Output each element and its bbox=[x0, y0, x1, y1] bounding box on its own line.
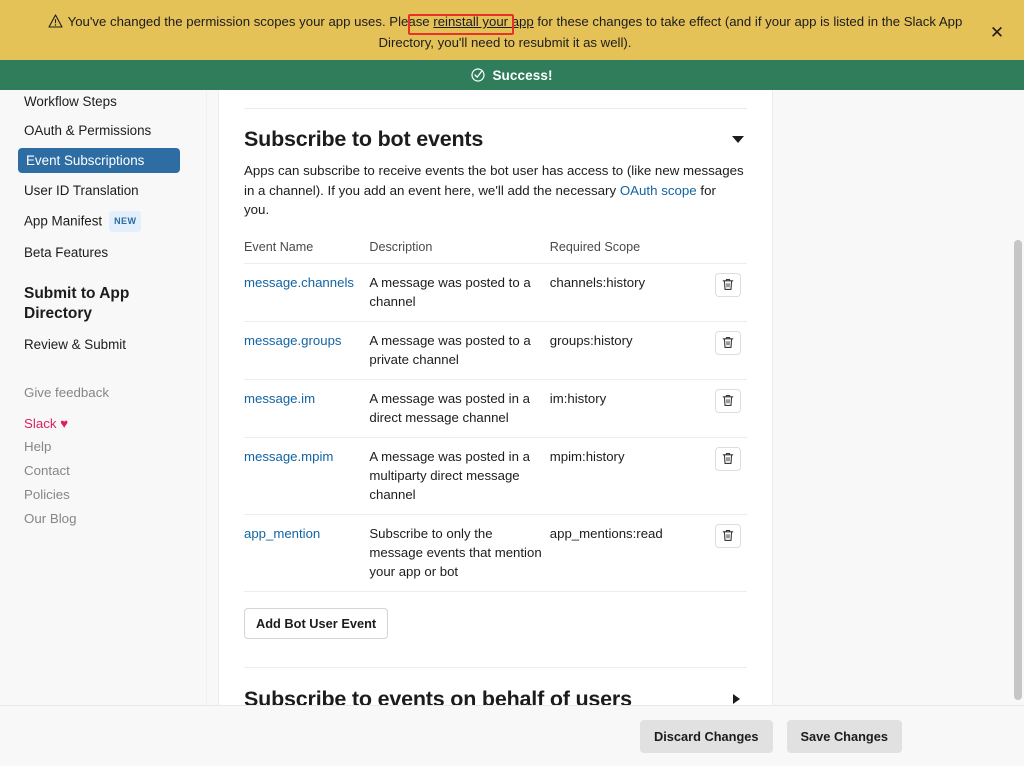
sidebar-link-our-blog[interactable]: Our Blog bbox=[24, 510, 192, 527]
banner-text-before: You've changed the permission scopes you… bbox=[67, 14, 434, 29]
event-scope-cell: mpim:history bbox=[549, 437, 696, 515]
sidebar-item-beta-features[interactable]: Beta Features bbox=[24, 241, 192, 264]
event-scope-cell: app_mentions:read bbox=[549, 514, 696, 592]
table-header: Event Name Description Required Scope bbox=[244, 239, 747, 264]
table-body: message.channels A message was posted to… bbox=[244, 263, 747, 592]
sidebar-item-give-feedback[interactable]: Give feedback bbox=[24, 384, 192, 401]
column-header-event-name: Event Name bbox=[244, 239, 370, 264]
event-delete-cell bbox=[695, 263, 747, 322]
discard-changes-button[interactable]: Discard Changes bbox=[639, 719, 773, 753]
event-description-cell: A message was posted to a channel bbox=[369, 263, 550, 322]
column-header-description: Description bbox=[369, 239, 550, 264]
success-label: Success! bbox=[492, 67, 553, 83]
table-row: app_mention Subscribe to only the messag… bbox=[244, 514, 747, 592]
close-icon[interactable]: ✕ bbox=[986, 22, 1008, 44]
sidebar-link-policies[interactable]: Policies bbox=[24, 486, 192, 503]
event-delete-cell bbox=[695, 437, 747, 515]
table-row: message.groups A message was posted to a… bbox=[244, 321, 747, 380]
warning-triangle-icon bbox=[48, 13, 63, 28]
sidebar-item-event-subscriptions[interactable]: Event Subscriptions bbox=[18, 148, 180, 173]
event-scope-cell: channels:history bbox=[549, 263, 696, 322]
footer-action-bar: Discard Changes Save Changes bbox=[0, 705, 1024, 766]
event-scope-cell: im:history bbox=[549, 379, 696, 438]
event-link-message-groups[interactable]: message.groups bbox=[244, 333, 342, 348]
save-changes-button[interactable]: Save Changes bbox=[786, 719, 902, 753]
sidebar-link-slack[interactable]: Slack ♥ bbox=[24, 416, 192, 431]
bot-events-table: Event Name Description Required Scope me… bbox=[244, 239, 747, 592]
event-name-cell: message.groups bbox=[244, 321, 370, 380]
sidebar-item-user-id-translation[interactable]: User ID Translation bbox=[24, 179, 192, 202]
trash-icon[interactable] bbox=[715, 330, 741, 355]
sidebar-item-workflow-steps[interactable]: Workflow Steps bbox=[24, 90, 192, 113]
sidebar-item-review-submit[interactable]: Review & Submit bbox=[24, 333, 192, 356]
sidebar-link-contact[interactable]: Contact bbox=[24, 462, 192, 479]
event-link-message-im[interactable]: message.im bbox=[244, 391, 315, 406]
main-card: Subscribe to bot events Apps can subscri… bbox=[218, 90, 773, 766]
sidebar-item-label: App Manifest bbox=[24, 213, 103, 229]
sidebar-link-help[interactable]: Help bbox=[24, 438, 192, 455]
add-bot-user-event-button[interactable]: Add Bot User Event bbox=[244, 607, 389, 639]
table-row: message.im A message was posted in a dir… bbox=[244, 379, 747, 438]
bot-events-section-header[interactable]: Subscribe to bot events bbox=[244, 109, 747, 152]
permission-warning-banner: You've changed the permission scopes you… bbox=[0, 0, 1024, 60]
event-link-message-channels[interactable]: message.channels bbox=[244, 275, 354, 290]
event-scope-cell: groups:history bbox=[549, 321, 696, 380]
column-header-actions bbox=[695, 239, 747, 264]
vertical-scrollbar[interactable] bbox=[1011, 90, 1022, 705]
page-title: Subscribe to bot events bbox=[244, 127, 484, 151]
event-name-cell: message.mpim bbox=[244, 437, 370, 515]
app-root: You've changed the permission scopes you… bbox=[0, 0, 1024, 766]
event-name-cell: message.channels bbox=[244, 263, 370, 322]
scrollbar-thumb[interactable] bbox=[1014, 240, 1022, 700]
event-name-cell: app_mention bbox=[244, 514, 370, 592]
event-delete-cell bbox=[695, 379, 747, 438]
oauth-scope-link[interactable]: OAuth scope bbox=[620, 183, 697, 198]
check-circle-icon bbox=[471, 68, 486, 82]
table-row: message.channels A message was posted to… bbox=[244, 263, 747, 322]
event-delete-cell bbox=[695, 321, 747, 380]
trash-icon[interactable] bbox=[715, 272, 741, 297]
success-banner: Success! bbox=[0, 60, 1024, 90]
trash-icon[interactable] bbox=[715, 388, 741, 413]
trash-icon[interactable] bbox=[715, 446, 741, 471]
reinstall-app-link[interactable]: reinstall your app bbox=[433, 14, 533, 29]
sidebar-item-app-manifest[interactable]: App Manifest NEW bbox=[24, 208, 192, 235]
sidebar-heading-submit-to-app-directory: Submit to App Directory bbox=[24, 285, 130, 322]
table-header-row: Event Name Description Required Scope bbox=[244, 239, 747, 264]
event-description-cell: A message was posted to a private channe… bbox=[369, 321, 550, 380]
event-link-message-mpim[interactable]: message.mpim bbox=[244, 449, 333, 464]
table-row: message.mpim A message was posted in a m… bbox=[244, 437, 747, 515]
bot-events-description: Apps can subscribe to receive events the… bbox=[244, 161, 744, 220]
sidebar: Workflow Steps OAuth & Permissions Event… bbox=[0, 90, 207, 705]
event-delete-cell bbox=[695, 514, 747, 592]
event-name-cell: message.im bbox=[244, 379, 370, 438]
page-body: Workflow Steps OAuth & Permissions Event… bbox=[0, 90, 1024, 766]
sidebar-item-oauth-permissions[interactable]: OAuth & Permissions bbox=[24, 119, 192, 142]
column-header-required-scope: Required Scope bbox=[549, 239, 696, 264]
new-badge: NEW bbox=[109, 211, 142, 232]
chevron-right-icon[interactable] bbox=[733, 694, 740, 704]
trash-icon[interactable] bbox=[715, 523, 741, 548]
event-description-cell: Subscribe to only the message events tha… bbox=[369, 514, 550, 592]
chevron-down-icon[interactable] bbox=[732, 136, 744, 143]
event-description-cell: A message was posted in a direct message… bbox=[369, 379, 550, 438]
event-link-app-mention[interactable]: app_mention bbox=[244, 526, 320, 541]
event-description-cell: A message was posted in a multiparty dir… bbox=[369, 437, 550, 515]
